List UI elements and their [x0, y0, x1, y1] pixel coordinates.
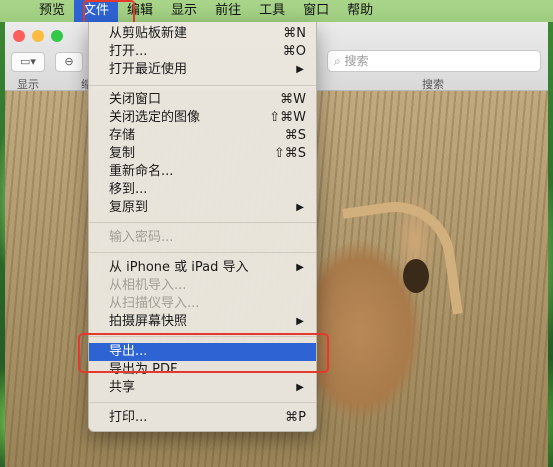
menu-separator — [89, 252, 316, 253]
view-label: 显示 — [17, 78, 39, 91]
lion-tail-image — [342, 194, 463, 328]
menu-item-import-from-scanner[interactable]: 从扫描仪导入... — [89, 295, 316, 313]
menu-item-label: 从 iPhone 或 iPad 导入 — [109, 260, 249, 275]
menu-item-label: 存储 — [109, 128, 136, 143]
submenu-arrow-icon: ▶ — [296, 382, 304, 393]
menu-item-label: 复制 — [109, 146, 136, 161]
menu-item-label: 从扫描仪导入... — [109, 296, 200, 311]
menu-item-label: 从相机导入... — [109, 278, 187, 293]
menu-item-duplicate[interactable]: 复制 ⇧⌘S — [89, 145, 316, 163]
menu-item-share[interactable]: 共享 ▶ — [89, 379, 316, 397]
shortcut-label: ⇧⌘W — [269, 110, 306, 125]
menu-item-label: 拍摄屏幕快照 — [109, 314, 188, 329]
shortcut-label: ⇧⌘S — [273, 146, 306, 161]
menu-item-label: 打开最近使用 — [109, 62, 188, 77]
shortcut-label: ⌘W — [280, 92, 306, 107]
menu-view[interactable]: 显示 — [162, 0, 206, 22]
menu-item-import-from-iphone[interactable]: 从 iPhone 或 iPad 导入 ▶ — [89, 259, 316, 277]
menu-separator — [89, 85, 316, 86]
close-button[interactable] — [13, 30, 25, 42]
zoom-out-button[interactable]: ⊖ — [55, 52, 83, 72]
submenu-arrow-icon: ▶ — [296, 262, 304, 273]
menu-preview[interactable]: 预览 — [30, 0, 74, 22]
submenu-arrow-icon: ▶ — [296, 316, 304, 327]
submenu-arrow-icon: ▶ — [296, 64, 304, 75]
menu-item-enter-password[interactable]: 输入密码... — [89, 229, 316, 247]
submenu-arrow-icon: ▶ — [296, 202, 304, 213]
search-field[interactable]: ⌕ 搜索 — [327, 50, 541, 72]
sidebar-view-button[interactable]: ▭▾ — [11, 52, 45, 72]
menu-item-label: 打印... — [109, 410, 148, 425]
zoom-out-icon: ⊖ — [64, 55, 74, 68]
menu-item-label: 关闭选定的图像 — [109, 110, 201, 125]
minimize-button[interactable] — [32, 30, 44, 42]
menu-window[interactable]: 窗口 — [294, 0, 338, 22]
menu-item-save[interactable]: 存储 ⌘S — [89, 127, 316, 145]
menu-item-revert-to[interactable]: 复原到 ▶ — [89, 199, 316, 217]
menu-separator — [89, 222, 316, 223]
shortcut-label: ⌘P — [285, 410, 306, 425]
sidebar-icon: ▭▾ — [20, 55, 36, 68]
menu-item-take-screenshot[interactable]: 拍摄屏幕快照 ▶ — [89, 313, 316, 331]
shortcut-label: ⌘O — [282, 44, 306, 59]
zoom-button[interactable] — [51, 30, 63, 42]
menu-item-open-recent[interactable]: 打开最近使用 ▶ — [89, 61, 316, 79]
menu-item-rename[interactable]: 重新命名... — [89, 163, 316, 181]
search-icon: ⌕ — [334, 54, 345, 68]
shortcut-label: ⌘N — [283, 26, 306, 41]
search-placeholder: 搜索 — [344, 54, 369, 68]
menu-item-label: 重新命名... — [109, 164, 174, 179]
menu-item-new-from-clipboard[interactable]: 从剪贴板新建 ⌘N — [89, 25, 316, 43]
menu-separator — [89, 402, 316, 403]
menu-item-open[interactable]: 打开... ⌘O — [89, 43, 316, 61]
menu-item-label: 输入密码... — [109, 230, 174, 245]
menu-item-label: 复原到 — [109, 200, 149, 215]
annotation-box-export — [78, 333, 329, 373]
menu-item-label: 关闭窗口 — [109, 92, 162, 107]
window-controls — [13, 30, 63, 42]
menu-item-label: 从剪贴板新建 — [109, 26, 188, 41]
menu-item-label: 移到... — [109, 182, 148, 197]
menu-go[interactable]: 前往 — [206, 0, 250, 22]
menu-item-print[interactable]: 打印... ⌘P — [89, 409, 316, 427]
menu-item-label: 共享 — [109, 380, 136, 395]
menu-item-import-from-camera[interactable]: 从相机导入... — [89, 277, 316, 295]
lion-tail-tip-image — [403, 259, 429, 293]
menu-item-close-selected-images[interactable]: 关闭选定的图像 ⇧⌘W — [89, 109, 316, 127]
menu-item-label: 打开... — [109, 44, 148, 59]
menu-help[interactable]: 帮助 — [338, 0, 382, 22]
menu-item-move-to[interactable]: 移到... — [89, 181, 316, 199]
shortcut-label: ⌘S — [284, 128, 306, 143]
menu-item-close-window[interactable]: 关闭窗口 ⌘W — [89, 91, 316, 109]
search-label: 搜索 — [422, 78, 444, 91]
menu-tools[interactable]: 工具 — [250, 0, 294, 22]
